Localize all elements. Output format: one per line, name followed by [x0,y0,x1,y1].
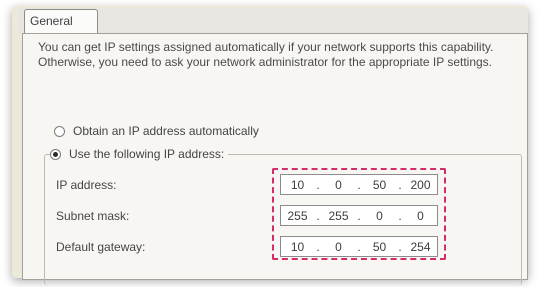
radio-obtain-label: Obtain an IP address automatically [73,124,259,138]
subnet-mask-label: Subnet mask: [56,209,130,223]
description-text: You can get IP settings assigned automat… [38,40,494,69]
radio-obtain-automatically[interactable]: Obtain an IP address automatically [54,124,259,138]
tab-general[interactable]: General [24,9,98,34]
ip-address-label: IP address: [56,178,117,192]
radio-use-following[interactable]: Use the following IP address: [50,147,229,161]
radio-unchecked-icon[interactable] [54,125,65,137]
radio-use-following-label: Use the following IP address: [69,147,225,161]
radio-checked-icon[interactable] [50,148,61,160]
default-gateway-label: Default gateway: [56,240,146,254]
highlight-annotation [272,168,446,260]
